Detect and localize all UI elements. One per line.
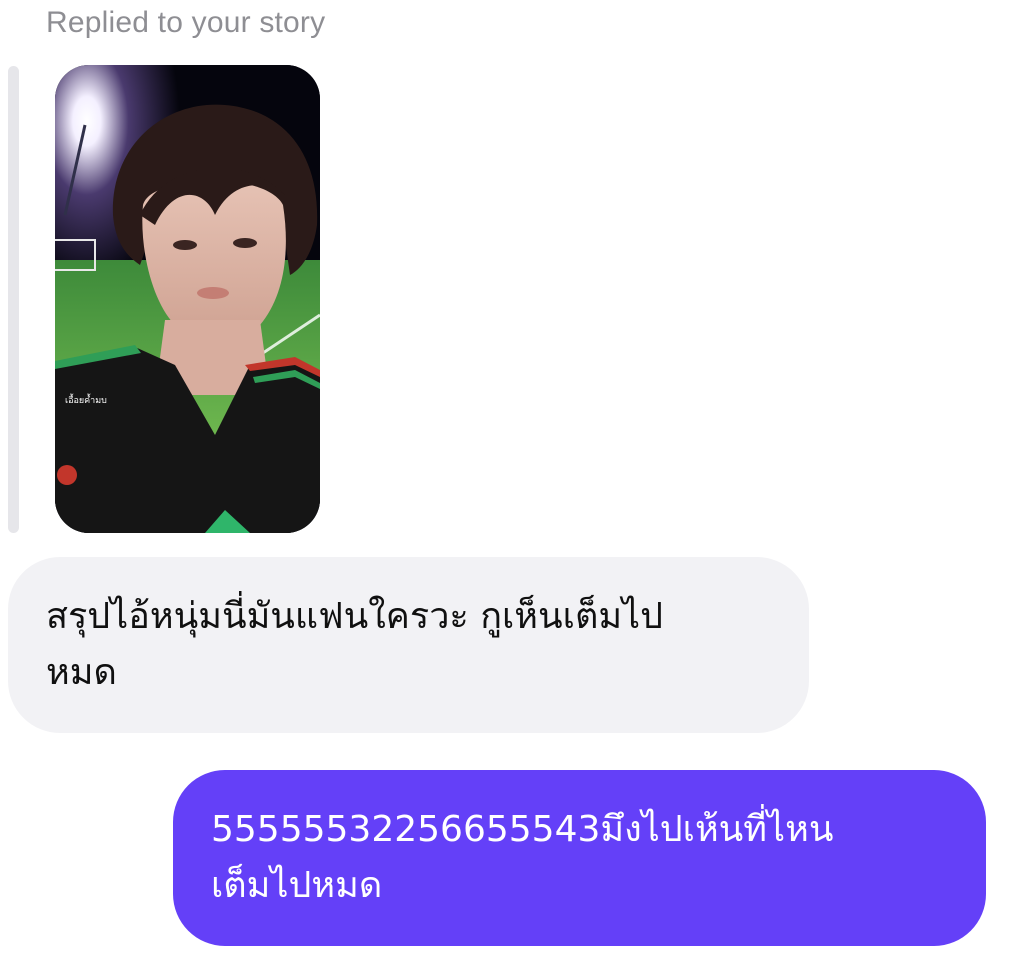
outgoing-message-bubble[interactable]: 5555553225665554​3มึงไปเห้นที่ไหน เต็มไป…	[173, 770, 986, 946]
story-thumbnail[interactable]: เอื้อยค้ำมบ	[55, 65, 320, 533]
replied-to-story-caption: Replied to your story	[46, 6, 326, 39]
message-text-line: 5555553225665554​3มึงไปเห้นที่ไหน	[211, 809, 834, 850]
reply-quote-bar	[8, 66, 19, 533]
message-text-line: สรุปไอ้หนุ่มนี่มันแฟนใครวะ กูเห็นเต็มไป	[46, 596, 664, 637]
message-text-line: เต็มไปหมด	[211, 865, 383, 906]
incoming-message-bubble[interactable]: สรุปไอ้หนุ่มนี่มันแฟนใครวะ กูเห็นเต็มไป …	[8, 557, 809, 733]
message-text-line: หมด	[46, 652, 117, 693]
